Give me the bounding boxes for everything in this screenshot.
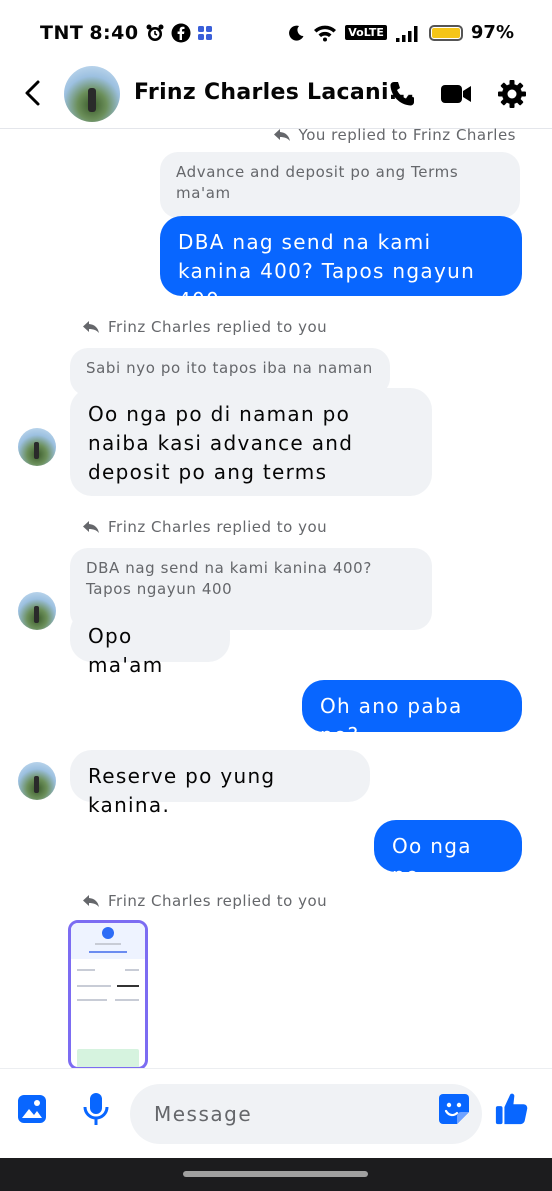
receipt-line [95,943,121,945]
message-bubble-outgoing[interactable]: Oo nga po [374,820,522,887]
signal-icon [395,25,418,42]
status-left: TNT 8:40 [40,22,213,44]
status-bar: TNT 8:40 VoLTE 97% [0,0,552,66]
reply-indicator: You replied to Frinz Charles [273,128,516,144]
message-composer [0,1068,552,1159]
reply-arrow-icon [83,521,99,533]
back-arrow-icon[interactable] [22,78,44,108]
receipt-line [77,999,107,1001]
reply-label-text: Frinz Charles replied to you [108,518,328,536]
alarm-icon [146,24,164,41]
sticker-icon [439,1094,469,1124]
receipt-line [117,985,139,987]
reply-label-text: Frinz Charles replied to you [108,892,328,910]
sticker-button[interactable] [436,1091,472,1127]
receipt-status-bar [77,1049,139,1067]
message-bubble-incoming[interactable]: Reserve po yung kanina. [70,750,370,817]
contact-name[interactable]: Frinz Charles Lacani... [134,80,415,105]
receipt-line [115,999,139,1001]
gallery-button[interactable] [14,1091,50,1127]
receipt-line [77,969,95,971]
carrier-label: TNT [40,22,84,44]
phone-icon [390,82,414,106]
battery-percent: 97% [470,22,514,43]
moon-icon [289,25,304,41]
reply-indicator: Frinz Charles replied to you [82,518,327,536]
sender-avatar[interactable] [18,762,56,800]
message-bubble-outgoing[interactable]: Oh ano paba po? [302,680,522,747]
voice-message-button[interactable] [78,1091,114,1127]
clock: 8:40 [89,22,139,44]
microphone-icon [83,1093,109,1125]
battery-icon [428,24,463,41]
reply-arrow-icon [273,129,290,141]
image-icon [18,1095,46,1123]
message-bubble-incoming[interactable]: Oo nga po di naman po naiba kasi advance… [70,388,432,496]
video-call-button[interactable] [440,78,472,110]
status-right: VoLTE 97% [287,22,514,43]
receipt-line [125,969,139,971]
message-thread[interactable]: You replied to Frinz Charles Advance and… [0,128,552,1068]
sender-avatar[interactable] [18,428,56,466]
settings-button[interactable] [496,78,528,110]
gear-icon [498,80,526,108]
reply-arrow-icon [83,895,99,907]
system-navigation-bar [0,1158,552,1191]
like-button[interactable] [494,1091,530,1127]
volte-badge: VoLTE [345,25,387,40]
message-input[interactable] [130,1084,482,1144]
reply-indicator: Frinz Charles replied to you [82,892,327,910]
video-camera-icon [441,85,471,103]
message-bubble-outgoing[interactable]: DBA nag send na kami kanina 400? Tapos n… [160,216,522,312]
message-bubble-incoming[interactable]: Opo ma'am [70,610,230,677]
reply-indicator: Frinz Charles replied to you [82,318,327,336]
voice-call-button[interactable] [386,78,418,110]
receipt-line [77,985,111,987]
reply-arrow-icon [83,321,99,333]
reply-label-text: Frinz Charles replied to you [108,318,328,336]
home-gesture-handle[interactable] [183,1171,368,1177]
receipt-image-attachment[interactable] [68,920,148,1068]
app-grid-icon [197,26,212,40]
sender-avatar[interactable] [18,592,56,630]
contact-avatar[interactable] [64,66,120,122]
chat-header: Frinz Charles Lacani... [0,60,552,129]
facebook-icon [171,23,191,43]
quoted-message[interactable]: Advance and deposit po ang Terms ma'am [160,152,520,218]
wifi-icon [314,25,337,41]
thumbs-up-icon [495,1093,528,1125]
receipt-line [89,951,127,953]
receipt-logo-icon [102,927,114,939]
reply-label-text: You replied to Frinz Charles [298,128,516,144]
